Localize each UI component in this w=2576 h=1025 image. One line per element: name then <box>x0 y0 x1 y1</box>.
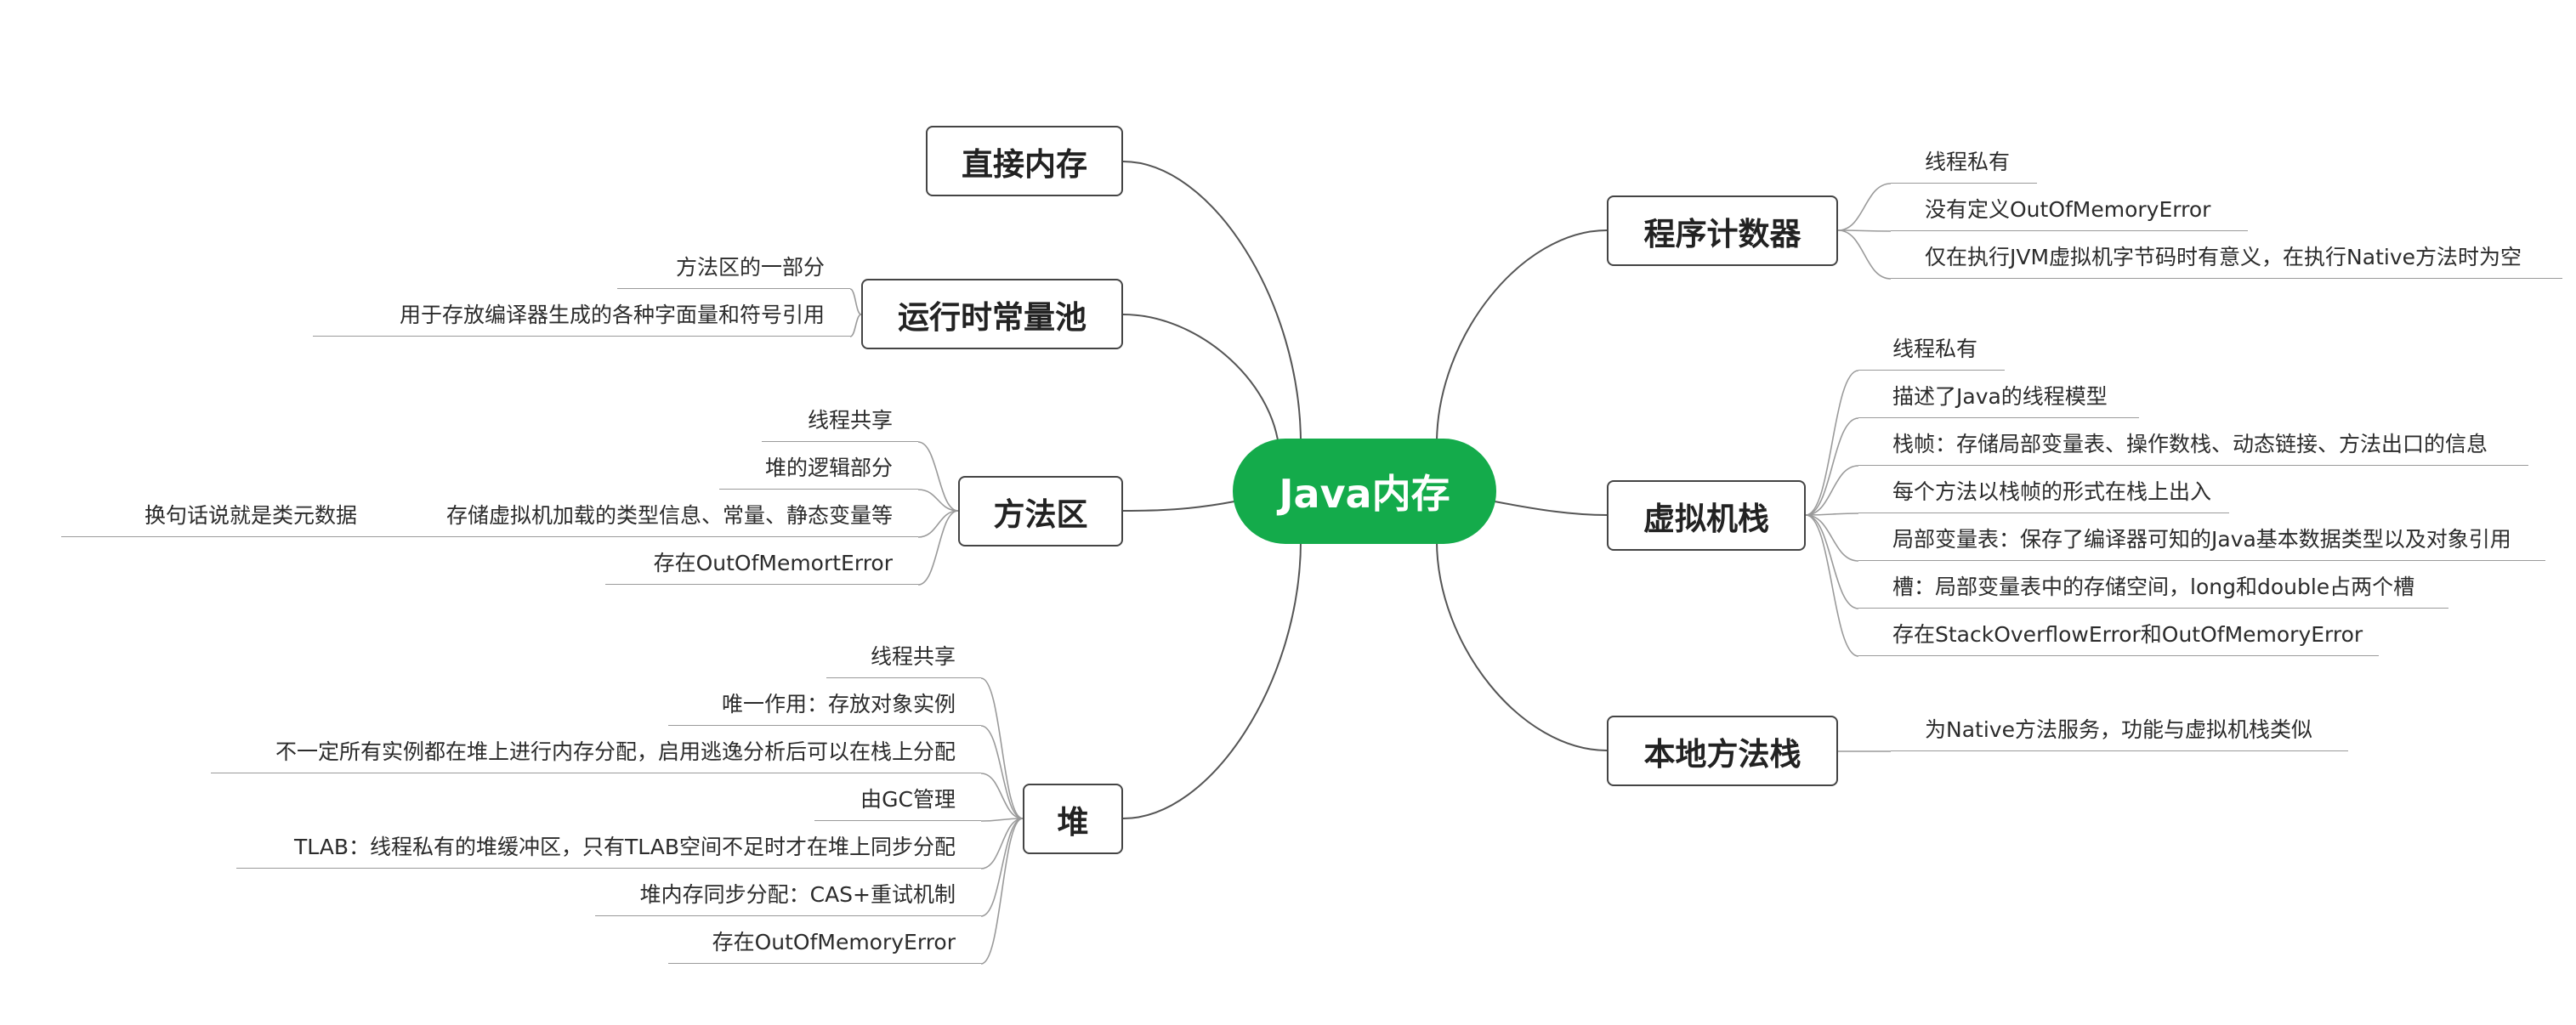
leaf-item: 不一定所有实例都在堆上进行内存分配，启用逃逸分析后可以在栈上分配 <box>211 738 981 773</box>
leaf-item: 堆的逻辑部分 <box>719 454 918 490</box>
central-topic-label: Java内存 <box>1279 471 1450 517</box>
leaf-item: 线程共享 <box>762 406 918 442</box>
connector-leaf <box>1837 229 1892 232</box>
topic-label: 直接内存 <box>962 145 1087 183</box>
leaf-item: 存储虚拟机加载的类型信息、常量、静态变量等 <box>383 501 918 537</box>
connector-leaf <box>980 818 1024 869</box>
leaf-item: 线程私有 <box>1891 148 2037 184</box>
connector-main <box>1122 314 1280 460</box>
topic-label: 本地方法栈 <box>1643 735 1801 773</box>
topic-label: 虚拟机栈 <box>1643 500 1769 537</box>
topic-direct-memory[interactable]: 直接内存 <box>926 126 1123 196</box>
connector-main <box>1122 161 1302 445</box>
leaf-item: TLAB：线程私有的堆缓冲区，只有TLAB空间不足时才在堆上同步分配 <box>236 833 981 869</box>
connector-leaf <box>917 510 959 586</box>
topic-label: 程序计数器 <box>1643 215 1801 252</box>
leaf-item: 栈帧：存储局部变量表、操作数栈、动态链接、方法出口的信息 <box>1858 430 2528 466</box>
connector-leaf <box>1837 229 1892 280</box>
topic-vm-stack[interactable]: 虚拟机栈 <box>1607 480 1806 551</box>
topic-heap[interactable]: 堆 <box>1023 784 1123 854</box>
topic-native-method-stack[interactable]: 本地方法栈 <box>1607 716 1838 786</box>
connector-main <box>1122 501 1235 512</box>
leaf-item: 用于存放编译器生成的各种字面量和符号引用 <box>313 301 850 337</box>
connector-leaf <box>1805 514 1859 562</box>
connector-leaf <box>1805 514 1859 609</box>
connector-main <box>1436 540 1608 751</box>
connector-leaf <box>980 725 1024 819</box>
topic-method-area[interactable]: 方法区 <box>958 476 1123 546</box>
leaf-item: 存在OutOfMemoryError <box>668 928 981 964</box>
leaf-sub-item: 换句话说就是类元数据 <box>61 501 383 537</box>
mindmap: Java内存 直接内存 运行时常量池 方法区的一部分 用于存放编译器生成的各种字… <box>0 0 2576 1025</box>
connector-main <box>1494 501 1608 516</box>
topic-program-counter[interactable]: 程序计数器 <box>1607 195 1838 266</box>
topic-label: 方法区 <box>993 496 1088 533</box>
connector-main <box>1122 540 1302 819</box>
leaf-item: 方法区的一部分 <box>617 253 850 289</box>
topic-label: 运行时常量池 <box>898 298 1087 336</box>
connector-leaf <box>1805 514 1859 657</box>
topic-runtime-constant-pool[interactable]: 运行时常量池 <box>861 279 1123 349</box>
connector-leaf <box>980 773 1024 819</box>
leaf-item: 堆内存同步分配：CAS+重试机制 <box>595 881 981 916</box>
leaf-item: 槽：局部变量表中的存储空间，long和double占两个槽 <box>1858 573 2448 609</box>
topic-label: 堆 <box>1057 803 1089 841</box>
leaf-item: 局部变量表：保存了编译器可知的Java基本数据类型以及对象引用 <box>1858 525 2545 561</box>
connector-leaf <box>917 510 959 538</box>
connector-leaf <box>1805 417 1859 516</box>
connector-leaf <box>980 818 1024 965</box>
leaf-item: 线程共享 <box>826 643 981 678</box>
connector-leaf <box>849 314 862 337</box>
connector-main <box>1436 229 1608 445</box>
leaf-item: 存在OutOfMemortError <box>605 549 918 585</box>
leaf-item: 唯一作用：存放对象实例 <box>668 690 981 726</box>
leaf-item: 描述了Java的线程模型 <box>1858 382 2139 418</box>
central-topic[interactable]: Java内存 <box>1233 439 1496 544</box>
leaf-item: 每个方法以栈帧的形式在栈上出入 <box>1858 478 2229 513</box>
connector-leaf <box>1805 465 1859 516</box>
connector-leaf <box>1805 370 1859 516</box>
leaf-item: 由GC管理 <box>814 785 981 821</box>
connector-leaf <box>849 288 862 315</box>
leaf-item: 线程私有 <box>1858 335 2005 371</box>
leaf-item: 存在StackOverflowError和OutOfMemoryError <box>1858 620 2379 656</box>
leaf-item: 没有定义OutOfMemoryError <box>1891 195 2248 231</box>
leaf-item: 为Native方法服务，功能与虚拟机栈类似 <box>1891 716 2348 751</box>
leaf-item: 仅在执行JVM虚拟机字节码时有意义，在执行Native方法时为空 <box>1891 243 2562 279</box>
connector-leaf <box>1837 183 1892 231</box>
